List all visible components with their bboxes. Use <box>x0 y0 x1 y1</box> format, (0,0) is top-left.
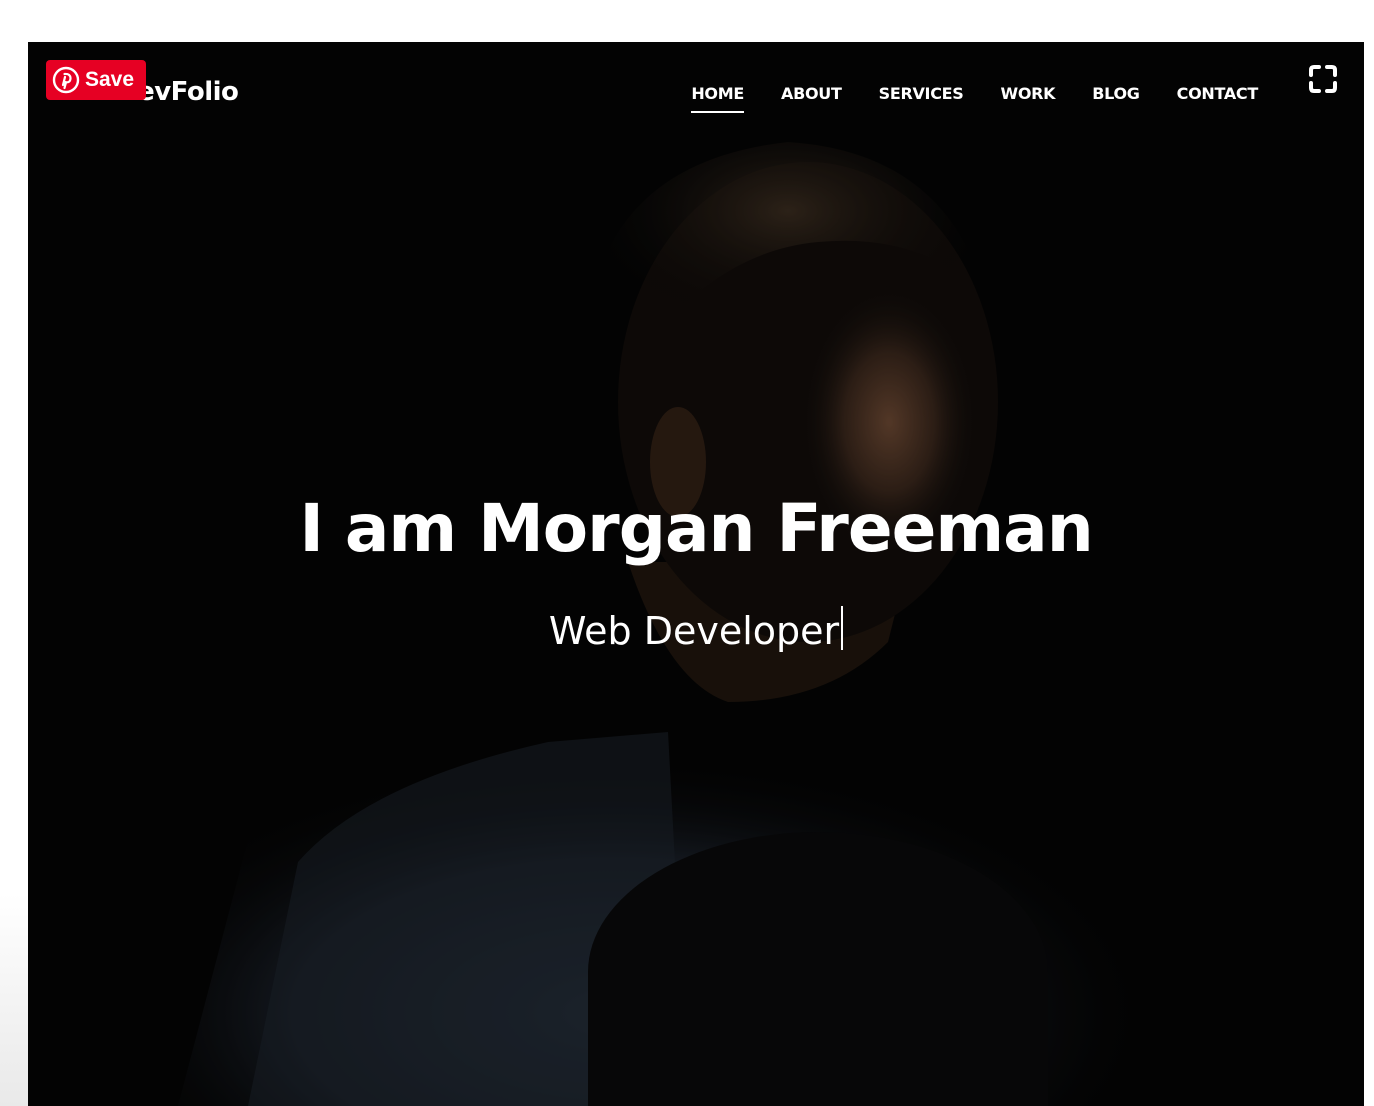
hero-section: DevFolio HOME ABOUT SERVICES WORK BLOG C… <box>28 42 1364 1106</box>
typed-role-text: Web Developer <box>548 609 840 653</box>
nav-item-home[interactable]: HOME <box>691 84 744 113</box>
nav-item-work[interactable]: WORK <box>1001 84 1056 113</box>
nav-item-services[interactable]: SERVICES <box>879 84 964 113</box>
nav-item-about[interactable]: ABOUT <box>781 84 842 113</box>
main-nav: HOME ABOUT SERVICES WORK BLOG CONTACT <box>691 84 1258 113</box>
pinterest-icon <box>52 66 80 94</box>
page-margin <box>0 42 28 1106</box>
hero-background-photo <box>28 42 1364 1106</box>
nav-item-contact[interactable]: CONTACT <box>1177 84 1259 113</box>
hero-subtitle: Web Developer <box>28 606 1364 653</box>
pinterest-save-label: Save <box>85 68 135 91</box>
pinterest-save-button[interactable]: Save <box>46 60 146 100</box>
nav-item-blog[interactable]: BLOG <box>1092 84 1140 113</box>
fullscreen-icon <box>1309 65 1337 93</box>
hero-title: I am Morgan Freeman <box>299 490 1093 567</box>
fullscreen-button[interactable] <box>1308 64 1338 94</box>
typing-cursor <box>841 606 844 650</box>
